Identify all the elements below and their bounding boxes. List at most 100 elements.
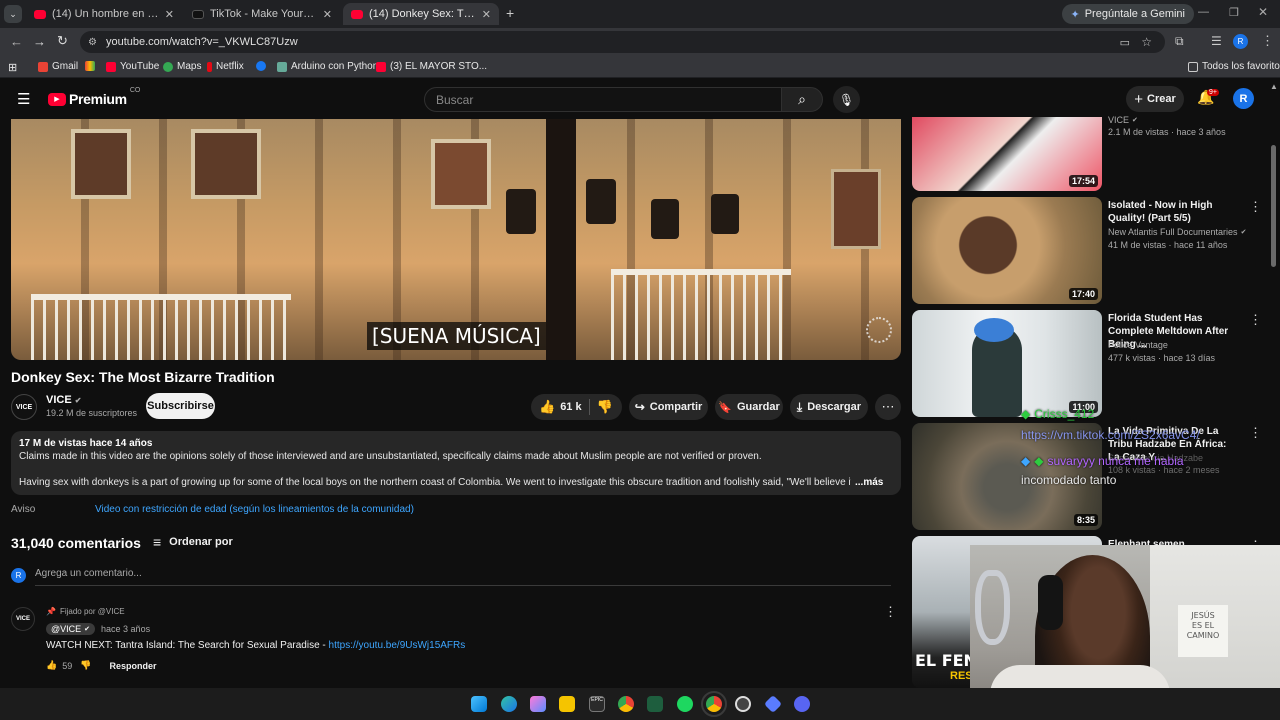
balcony-shape — [31, 294, 291, 360]
cast-icon[interactable]: ▭ — [1120, 36, 1130, 49]
copilot-icon[interactable] — [530, 696, 546, 712]
all-bookmarks[interactable]: Todos los favoritos — [1188, 61, 1280, 72]
age-restriction-link[interactable]: Video con restricción de edad (según los… — [95, 504, 414, 515]
address-bar[interactable]: ⚙ youtube.com/watch?v=_VKWLC87Uzw ▭ ☆ — [80, 31, 1165, 53]
close-icon[interactable]: ✕ — [165, 8, 174, 21]
scroll-up-arrow-icon[interactable]: ▲ — [1270, 82, 1278, 91]
video-channel[interactable]: Police Vantage — [1108, 340, 1168, 350]
search-input[interactable]: Buscar — [424, 87, 782, 112]
video-channel[interactable]: VICE ✔ — [1108, 115, 1138, 125]
bookmark-mayor[interactable]: (3) EL MAYOR STO... — [376, 61, 487, 72]
notification-badge: 9+ — [1207, 89, 1219, 96]
description-box[interactable]: 17 M de vistas hace 14 años Claims made … — [11, 431, 901, 495]
comment-link[interactable]: https://youtu.be/9UsWj15AFRs — [329, 640, 466, 651]
bookmark-extra[interactable] — [85, 61, 95, 71]
bookmark-gmail[interactable]: Gmail — [38, 61, 78, 72]
youtube-logo[interactable]: ▶ Premium CO — [48, 87, 140, 107]
tab-tiktok[interactable]: TikTok - Make Your Day ✕ — [184, 3, 340, 25]
video-menu-icon[interactable]: ⋮ — [1249, 312, 1262, 328]
bookmark-arduino[interactable]: Arduino con Python. — [277, 61, 381, 72]
close-icon[interactable]: ✕ — [323, 8, 332, 21]
video-thumbnail[interactable]: 17:40 — [912, 197, 1102, 304]
save-button[interactable]: 🔖 Guardar — [715, 394, 783, 420]
comment-author-chip[interactable]: @VICE ✔ — [46, 623, 96, 635]
sidebar-video-2[interactable]: 17:40 Isolated - Now in High Quality! (P… — [912, 197, 1262, 304]
bookmark-star-icon[interactable]: ☆ — [1141, 35, 1152, 49]
video-menu-icon[interactable]: ⋮ — [1249, 199, 1262, 215]
comment-menu-icon[interactable]: ⋮ — [884, 604, 897, 620]
obs-icon[interactable] — [735, 696, 751, 712]
video-thumbnail[interactable]: 17:54 — [912, 117, 1102, 191]
forward-icon[interactable]: → — [33, 34, 46, 49]
restore-button[interactable]: ❐ — [1229, 6, 1239, 19]
new-tab-button[interactable]: + — [506, 5, 514, 21]
headphones-shape — [1038, 575, 1063, 630]
channel-name[interactable]: VICE ✔ — [46, 394, 81, 406]
app-icon[interactable] — [647, 696, 663, 712]
video-thumbnail[interactable]: 11:00 — [912, 310, 1102, 417]
tab-donkey[interactable]: (14) Donkey Sex: The Most Bizarre✕ — [343, 3, 499, 25]
add-comment-input[interactable]: Agrega un comentario... — [35, 568, 891, 586]
bookmark-maps[interactable]: Maps — [163, 61, 201, 72]
site-info-icon[interactable]: ⚙ — [88, 37, 97, 48]
create-button[interactable]: + Crear — [1126, 86, 1184, 112]
subscribe-watermark-icon[interactable] — [866, 317, 892, 343]
sidebar-video-3[interactable]: 11:00 Florida Student Has Complete Meltd… — [912, 310, 1262, 417]
reload-icon[interactable]: ↻ — [57, 33, 68, 49]
bookmark-youtube[interactable]: YouTube — [106, 61, 159, 72]
search-button[interactable]: ⌕ — [781, 87, 823, 112]
spotify-icon[interactable] — [677, 696, 693, 712]
chrome-active-icon[interactable] — [701, 691, 727, 717]
arduino-icon — [277, 61, 287, 72]
chrome-icon[interactable] — [618, 696, 634, 712]
tiktok-favicon-icon — [192, 9, 204, 19]
hamburger-menu-icon[interactable]: ☰ — [17, 90, 30, 108]
minimize-button[interactable]: — — [1198, 6, 1209, 18]
page-scrollbar[interactable] — [1271, 145, 1276, 267]
reply-button[interactable]: Responder — [109, 661, 156, 671]
reading-list-icon[interactable]: ☰ — [1211, 34, 1222, 48]
download-button[interactable]: ⤓ Descargar — [790, 394, 868, 420]
video-channel[interactable]: New Atlantis Full Documentaries ✔ — [1108, 227, 1246, 237]
profile-avatar[interactable]: R — [1233, 34, 1248, 49]
show-more-link[interactable]: ...más — [855, 476, 883, 489]
sort-button[interactable]: ≡ Ordenar por — [153, 534, 233, 550]
account-avatar[interactable]: R — [1233, 88, 1254, 109]
comment-author-avatar[interactable]: VICE — [11, 607, 35, 631]
gemini-button[interactable]: ✦ Pregúntale a Gemini — [1061, 4, 1194, 24]
subscribe-button[interactable]: Subscribirse — [146, 393, 215, 419]
comment-count: 31,040 comentarios — [11, 535, 141, 551]
back-icon[interactable]: ← — [10, 34, 23, 49]
pinned-label: 📌 Fijado por @VICE — [46, 607, 125, 616]
window-close-button[interactable]: ✕ — [1258, 5, 1268, 19]
discord-icon[interactable] — [794, 696, 810, 712]
voice-search-button[interactable]: 🎙 — [833, 86, 860, 113]
sidebar-video-1[interactable]: 17:54 VICE ✔ 2.1 M de vistas · hace 3 año… — [912, 115, 1252, 192]
edge-icon[interactable] — [501, 696, 517, 712]
file-explorer-icon[interactable] — [559, 696, 575, 712]
close-icon[interactable]: ✕ — [482, 8, 491, 21]
thumbs-down-icon: 👎 — [596, 399, 613, 414]
start-icon[interactable] — [471, 696, 487, 712]
comment-like-button[interactable]: 👍 59 — [46, 660, 72, 671]
extensions-icon[interactable]: ⧉ — [1175, 34, 1184, 49]
like-button[interactable]: 👍 61 k — [539, 399, 582, 415]
share-button[interactable]: ↪ Compartir — [629, 394, 708, 420]
tab-search-button[interactable]: ⌄ — [4, 5, 22, 23]
epic-games-icon[interactable]: EPIC — [589, 696, 605, 712]
more-actions-button[interactable]: ⋯ — [875, 394, 901, 420]
youtube-favicon-icon — [34, 9, 46, 19]
youtube-favicon-icon — [351, 9, 363, 19]
bookmark-netflix[interactable]: Netflix — [207, 61, 244, 72]
thumbs-down-icon: 👎 — [80, 660, 92, 670]
browser-menu-icon[interactable]: ⋮ — [1261, 33, 1274, 49]
tab-ecuador[interactable]: (14) Un hombre en Ecuador del✕ — [26, 3, 182, 25]
bookmark-facebook[interactable] — [256, 61, 266, 71]
channel-avatar[interactable]: VICE — [11, 394, 37, 420]
lamp-shape — [651, 199, 679, 239]
video-menu-icon[interactable]: ⋮ — [1249, 425, 1262, 441]
dislike-button[interactable]: 👎 — [597, 399, 613, 415]
chevron-down-icon: ⌄ — [9, 8, 17, 19]
comment-dislike-button[interactable]: 👎 — [80, 660, 91, 671]
apps-grid-icon[interactable]: ⊞ — [8, 61, 17, 74]
